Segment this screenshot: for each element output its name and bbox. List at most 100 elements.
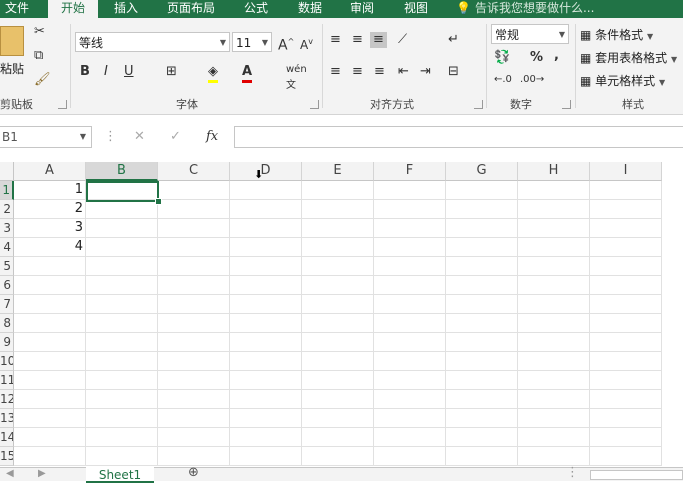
cell-styles-button[interactable]: ▦ 单元格样式 ▼ xyxy=(580,72,665,89)
column-header-b[interactable]: B xyxy=(86,162,158,181)
cell-a4[interactable]: 4 xyxy=(14,238,86,257)
cell-i7[interactable] xyxy=(590,295,662,314)
cell-h8[interactable] xyxy=(518,314,590,333)
cell-c3[interactable] xyxy=(158,219,230,238)
cell-h2[interactable] xyxy=(518,200,590,219)
tab-data[interactable]: 数据 xyxy=(290,0,330,18)
column-header-i[interactable]: I xyxy=(590,162,662,181)
cell-a12[interactable] xyxy=(14,390,86,409)
italic-button[interactable]: I xyxy=(104,64,108,80)
fill-handle[interactable] xyxy=(155,198,162,205)
cell-e10[interactable] xyxy=(302,352,374,371)
cell-h11[interactable] xyxy=(518,371,590,390)
cell-i1[interactable] xyxy=(590,181,662,200)
cell-g12[interactable] xyxy=(446,390,518,409)
cell-b12[interactable] xyxy=(86,390,158,409)
cell-i11[interactable] xyxy=(590,371,662,390)
cell-i15[interactable] xyxy=(590,447,662,466)
align-bottom-icon[interactable]: ≡ xyxy=(370,32,387,48)
cell-c7[interactable] xyxy=(158,295,230,314)
cell-d3[interactable] xyxy=(230,219,302,238)
cell-g14[interactable] xyxy=(446,428,518,447)
cell-d15[interactable] xyxy=(230,447,302,466)
cell-i9[interactable] xyxy=(590,333,662,352)
cell-d1[interactable] xyxy=(230,181,302,200)
column-header-c[interactable]: C xyxy=(158,162,230,181)
cell-h4[interactable] xyxy=(518,238,590,257)
row-header-7[interactable]: 7 xyxy=(0,295,14,314)
cell-f2[interactable] xyxy=(374,200,446,219)
column-header-g[interactable]: G xyxy=(446,162,518,181)
currency-icon[interactable]: 💱 xyxy=(494,50,510,66)
cell-e12[interactable] xyxy=(302,390,374,409)
cell-c9[interactable] xyxy=(158,333,230,352)
cell-e7[interactable] xyxy=(302,295,374,314)
cell-d9[interactable] xyxy=(230,333,302,352)
row-header-1[interactable]: 1 xyxy=(0,181,14,200)
bold-button[interactable]: B xyxy=(80,64,90,80)
tab-home[interactable]: 开始 xyxy=(48,0,98,18)
cell-g10[interactable] xyxy=(446,352,518,371)
merge-center-icon[interactable]: ⊟ xyxy=(448,64,459,80)
format-as-table-button[interactable]: ▦ 套用表格格式 ▼ xyxy=(580,49,677,66)
cell-g3[interactable] xyxy=(446,219,518,238)
cell-a6[interactable] xyxy=(14,276,86,295)
tell-me-box[interactable]: 💡 告诉我您想要做什么... xyxy=(456,0,594,18)
cell-f1[interactable] xyxy=(374,181,446,200)
sheet-tab[interactable]: Sheet1 xyxy=(86,467,154,483)
name-box[interactable]: B1 ▼ xyxy=(0,126,92,148)
column-header-h[interactable]: H xyxy=(518,162,590,181)
row-header-12[interactable]: 12 xyxy=(0,390,14,409)
cell-a13[interactable] xyxy=(14,409,86,428)
row-header-9[interactable]: 9 xyxy=(0,333,14,352)
column-header-f[interactable]: F xyxy=(374,162,446,181)
row-header-13[interactable]: 13 xyxy=(0,409,14,428)
cell-g5[interactable] xyxy=(446,257,518,276)
increase-decimal-icon[interactable]: ←.0 xyxy=(494,72,512,88)
cell-e9[interactable] xyxy=(302,333,374,352)
cell-d5[interactable] xyxy=(230,257,302,276)
column-header-e[interactable]: E xyxy=(302,162,374,181)
cell-b2[interactable] xyxy=(86,200,158,219)
increase-font-icon[interactable]: A^ xyxy=(278,34,294,54)
cell-b11[interactable] xyxy=(86,371,158,390)
cell-f6[interactable] xyxy=(374,276,446,295)
align-middle-icon[interactable]: ≡ xyxy=(352,32,363,48)
cell-c1[interactable] xyxy=(158,181,230,200)
paste-button[interactable]: 粘贴 xyxy=(0,24,28,90)
cell-e5[interactable] xyxy=(302,257,374,276)
cell-b10[interactable] xyxy=(86,352,158,371)
cell-i2[interactable] xyxy=(590,200,662,219)
cell-f7[interactable] xyxy=(374,295,446,314)
cell-f12[interactable] xyxy=(374,390,446,409)
cell-e8[interactable] xyxy=(302,314,374,333)
row-header-14[interactable]: 14 xyxy=(0,428,14,447)
orientation-icon[interactable]: ⟋ xyxy=(398,32,407,48)
cell-d10[interactable] xyxy=(230,352,302,371)
tab-insert[interactable]: 插入 xyxy=(106,0,146,18)
cell-d6[interactable] xyxy=(230,276,302,295)
cell-g2[interactable] xyxy=(446,200,518,219)
cell-d11[interactable] xyxy=(230,371,302,390)
cell-c13[interactable] xyxy=(158,409,230,428)
row-header-2[interactable]: 2 xyxy=(0,200,14,219)
cell-f5[interactable] xyxy=(374,257,446,276)
cell-h13[interactable] xyxy=(518,409,590,428)
cell-b14[interactable] xyxy=(86,428,158,447)
cell-g1[interactable] xyxy=(446,181,518,200)
cell-i14[interactable] xyxy=(590,428,662,447)
cell-e11[interactable] xyxy=(302,371,374,390)
cell-a11[interactable] xyxy=(14,371,86,390)
cancel-icon[interactable]: ✕ xyxy=(134,129,145,145)
cell-f4[interactable] xyxy=(374,238,446,257)
cell-g15[interactable] xyxy=(446,447,518,466)
decrease-decimal-icon[interactable]: .00→ xyxy=(520,72,544,88)
percent-button[interactable]: % xyxy=(530,50,543,66)
format-painter-icon[interactable]: 🖌 xyxy=(34,72,51,88)
cell-g9[interactable] xyxy=(446,333,518,352)
cell-f9[interactable] xyxy=(374,333,446,352)
cell-h15[interactable] xyxy=(518,447,590,466)
comma-button[interactable]: , xyxy=(554,48,559,64)
cell-b5[interactable] xyxy=(86,257,158,276)
cell-d14[interactable] xyxy=(230,428,302,447)
